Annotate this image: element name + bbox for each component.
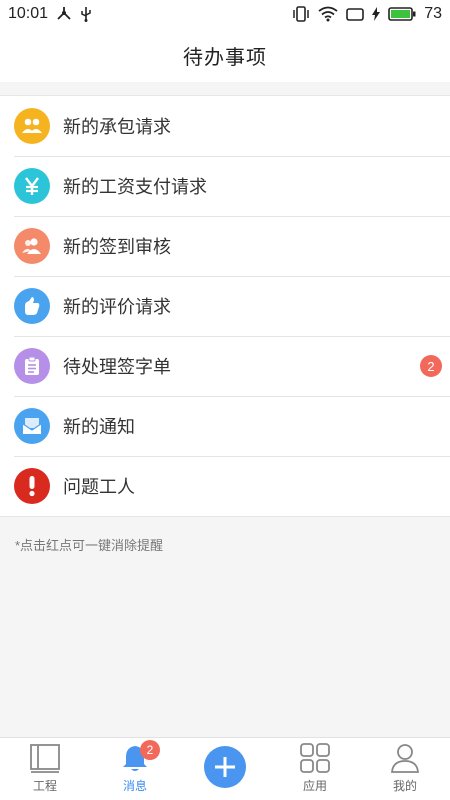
list-item-evaluation-request[interactable]: 新的评价请求 [0, 276, 450, 336]
project-icon [29, 741, 61, 775]
todo-list: 新的承包请求 新的工资支付请求 新的签到审核 新的评价请求 待处理签字单 2 新… [0, 95, 450, 517]
unread-badge[interactable]: 2 [420, 355, 442, 377]
network-share-icon [56, 7, 72, 21]
tab-badge: 2 [140, 740, 160, 760]
list-item-problem-workers[interactable]: 问题工人 [0, 456, 450, 516]
tab-messages[interactable]: 2 消息 [90, 738, 180, 800]
list-item-label: 新的签到审核 [63, 237, 171, 257]
battery-level: 73 [424, 5, 442, 22]
sim-icon [346, 7, 365, 21]
yen-icon [14, 168, 50, 204]
page-title: 待办事项 [183, 46, 267, 69]
status-bar: 10:01 73 [0, 0, 450, 28]
people-icon [14, 228, 50, 264]
clipboard-icon [14, 348, 50, 384]
tab-label: 我的 [392, 779, 417, 793]
list-item-label: 新的承包请求 [63, 117, 171, 137]
tab-label: 消息 [122, 779, 147, 793]
mail-icon [14, 408, 50, 444]
bottom-tab-bar: 工程 2 消息 应用 我的 [0, 737, 450, 800]
status-time: 10:01 [8, 5, 49, 22]
tab-add[interactable] [180, 738, 270, 800]
list-item-label: 新的通知 [63, 417, 135, 437]
battery-icon [388, 7, 416, 21]
list-item-wage-payment-request[interactable]: 新的工资支付请求 [0, 156, 450, 216]
charging-icon [372, 7, 381, 21]
status-left: 10:01 [8, 5, 92, 23]
hint-text: *点击红点可一键消除提醒 [15, 538, 164, 553]
wifi-icon [318, 6, 338, 22]
usb-icon [80, 6, 92, 22]
tab-project[interactable]: 工程 [0, 738, 90, 800]
list-item-label: 新的评价请求 [63, 297, 171, 317]
list-item-notification[interactable]: 新的通知 [0, 396, 450, 456]
list-item-label: 待处理签字单 [63, 357, 171, 377]
list-item-label: 新的工资支付请求 [63, 177, 207, 197]
title-bar: 待办事项 [0, 28, 450, 82]
list-item-contract-request[interactable]: 新的承包请求 [0, 96, 450, 156]
tab-apps[interactable]: 应用 [270, 738, 360, 800]
thumb-up-icon [14, 288, 50, 324]
grid-icon [299, 741, 331, 775]
people-icon [14, 108, 50, 144]
list-item-pending-signature[interactable]: 待处理签字单 2 [0, 336, 450, 396]
tab-label: 工程 [32, 779, 57, 793]
plus-icon[interactable] [204, 746, 246, 788]
tab-label: 应用 [302, 779, 327, 793]
status-right: 73 [292, 5, 442, 23]
vibrate-icon [292, 6, 310, 22]
exclamation-icon [14, 468, 50, 504]
tab-mine[interactable]: 我的 [360, 738, 450, 800]
list-item-checkin-review[interactable]: 新的签到审核 [0, 216, 450, 276]
list-item-label: 问题工人 [63, 477, 135, 497]
user-icon [390, 741, 420, 775]
